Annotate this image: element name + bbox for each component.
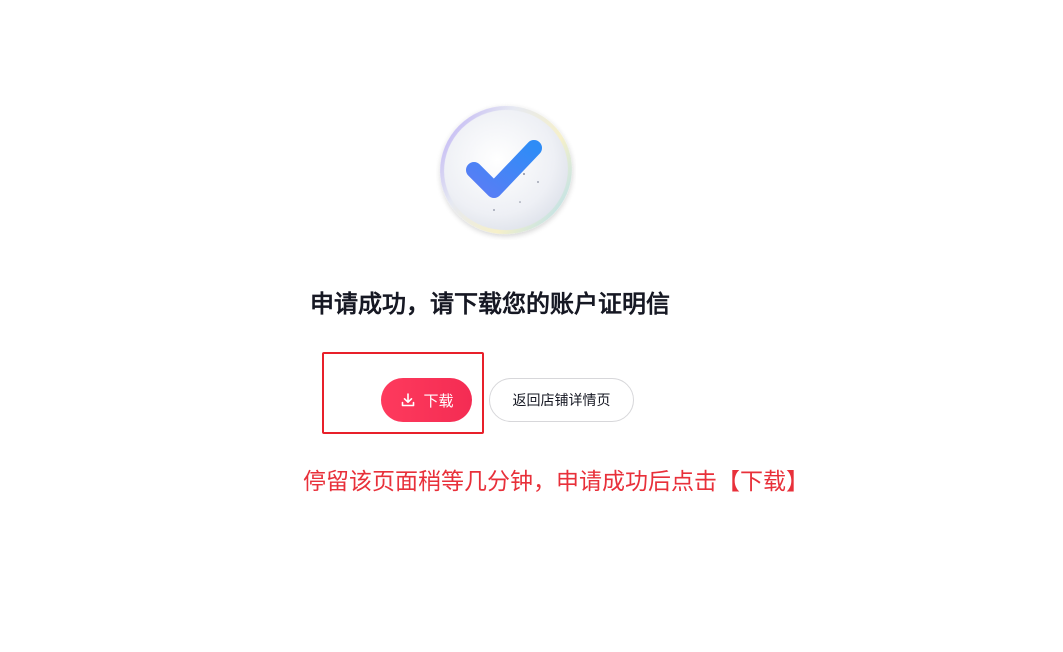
download-button[interactable]: 下载 — [381, 378, 472, 422]
download-icon — [399, 391, 417, 409]
download-button-label: 下载 — [423, 391, 454, 410]
page-title: 申请成功，请下载您的账户证明信 — [310, 290, 670, 318]
success-check-icon — [436, 100, 576, 240]
back-to-shop-details-button[interactable]: 返回店铺详情页 — [489, 378, 634, 422]
instruction-note: 停留该页面稍等几分钟，申请成功后点击【下载】 — [303, 469, 809, 495]
back-button-label: 返回店铺详情页 — [512, 393, 611, 409]
